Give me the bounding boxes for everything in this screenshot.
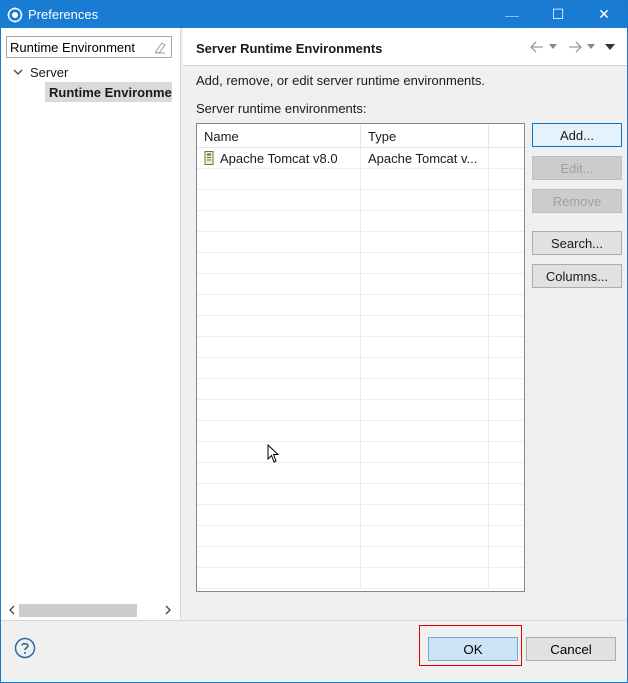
- table-row[interactable]: Apache Tomcat v8.0 Apache Tomcat v...: [197, 148, 524, 169]
- tree-node-server[interactable]: Server: [1, 62, 179, 82]
- runtime-environments-table[interactable]: Name Type Apache Tomcat v8.0 Apache Tomc…: [196, 123, 525, 592]
- table-row-empty: [197, 253, 524, 274]
- table-row-empty: [197, 463, 524, 484]
- help-icon[interactable]: [14, 637, 36, 659]
- ok-button[interactable]: OK: [428, 637, 518, 661]
- back-arrow-icon[interactable]: [529, 39, 545, 55]
- page-description: Add, remove, or edit server runtime envi…: [196, 73, 486, 88]
- tree-node-label: Runtime Environme: [49, 84, 172, 100]
- section-label: Server runtime environments:: [196, 101, 367, 116]
- column-header-empty: [489, 124, 524, 148]
- clear-filter-icon[interactable]: [153, 40, 167, 54]
- table-row-empty: [197, 316, 524, 337]
- table-header: Name Type: [197, 124, 524, 148]
- table-row-empty: [197, 358, 524, 379]
- filter-box: [6, 36, 172, 58]
- remove-button[interactable]: Remove: [532, 189, 622, 213]
- page-header: Server Runtime Environments: [183, 28, 627, 66]
- table-row-empty: [197, 190, 524, 211]
- preferences-window: Preferences — ☐ ✕ Server: [0, 0, 628, 683]
- table-row-empty: [197, 442, 524, 463]
- tree-node-runtime-environments[interactable]: Runtime Environme: [45, 82, 172, 102]
- preferences-navigation: Server Runtime Environme: [1, 28, 181, 620]
- mouse-cursor-icon: [267, 443, 281, 464]
- table-row-empty: [197, 526, 524, 547]
- table-cell-empty: [489, 148, 524, 168]
- close-button[interactable]: ✕: [581, 1, 627, 28]
- table-row-empty: [197, 232, 524, 253]
- filter-input[interactable]: [10, 39, 150, 55]
- forward-dropdown-icon[interactable]: [587, 39, 595, 55]
- scroll-right-icon[interactable]: [161, 602, 175, 618]
- table-row-empty: [197, 568, 524, 589]
- search-button[interactable]: Search...: [532, 231, 622, 255]
- table-row-empty: [197, 337, 524, 358]
- table-row-empty: [197, 274, 524, 295]
- preferences-tree: Server Runtime Environme: [1, 62, 179, 102]
- minimize-button[interactable]: —: [489, 1, 535, 28]
- scroll-track[interactable]: [19, 603, 161, 617]
- add-button[interactable]: Add...: [532, 123, 622, 147]
- cancel-button[interactable]: Cancel: [526, 637, 616, 661]
- runtime-name: Apache Tomcat v8.0: [220, 150, 338, 166]
- chevron-down-icon[interactable]: [11, 65, 25, 79]
- server-icon: [204, 151, 214, 165]
- column-header-name[interactable]: Name: [197, 124, 361, 148]
- eclipse-icon: [7, 7, 23, 23]
- title-bar: Preferences — ☐ ✕: [1, 1, 627, 28]
- edit-button[interactable]: Edit...: [532, 156, 622, 180]
- column-header-type[interactable]: Type: [361, 124, 489, 148]
- table-row-empty: [197, 169, 524, 190]
- horizontal-scrollbar[interactable]: [5, 602, 175, 618]
- table-row-empty: [197, 547, 524, 568]
- preference-page: Server Runtime Environments Add, remove,…: [183, 28, 627, 620]
- forward-arrow-icon[interactable]: [567, 39, 583, 55]
- back-dropdown-icon[interactable]: [549, 39, 557, 55]
- table-row-empty: [197, 421, 524, 442]
- table-row-empty: [197, 505, 524, 526]
- page-navigation: [529, 39, 615, 55]
- table-row-empty: [197, 484, 524, 505]
- table-cell-name: Apache Tomcat v8.0: [197, 148, 361, 168]
- table-row-empty: [197, 295, 524, 316]
- table-row-empty: [197, 400, 524, 421]
- window-title: Preferences: [28, 7, 99, 22]
- scroll-thumb[interactable]: [19, 604, 137, 617]
- view-menu-icon[interactable]: [605, 39, 615, 55]
- scroll-left-icon[interactable]: [5, 602, 19, 618]
- maximize-button[interactable]: ☐: [535, 1, 581, 28]
- tree-node-label: Server: [30, 64, 69, 80]
- table-row-empty: [197, 211, 524, 232]
- columns-button[interactable]: Columns...: [532, 264, 622, 288]
- table-cell-type: Apache Tomcat v...: [361, 148, 489, 168]
- page-title: Server Runtime Environments: [196, 41, 383, 56]
- dialog-button-bar: OK Cancel: [1, 620, 627, 682]
- table-row-empty: [197, 379, 524, 400]
